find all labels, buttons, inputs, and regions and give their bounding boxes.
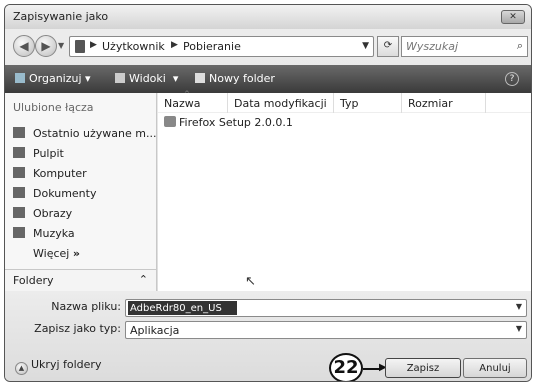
breadcrumb-separator-icon[interactable]: ▶ xyxy=(90,40,97,50)
folders-toggle[interactable]: Foldery ⌃ xyxy=(5,269,156,291)
column-label: Rozmiar xyxy=(408,97,453,110)
column-label: Nazwa xyxy=(164,97,201,110)
sidebar-item-label: Pulpit xyxy=(33,147,64,160)
sort-arrow-icon: ^ xyxy=(184,90,190,98)
dialog-footer: Nazwa pliku: ▼ Zapisz jako typ: Aplikacj… xyxy=(5,291,531,381)
navigation-bar: ◀ ▶ ▼ ▶ Użytkownik ▶ Pobieranie ▼ ⟳ ⌕ xyxy=(5,31,531,63)
more-links-button[interactable]: Więcej » xyxy=(33,247,80,263)
folders-label: Foldery xyxy=(13,274,54,287)
save-as-dialog: Zapisywanie jako ✕ ◀ ▶ ▼ ▶ Użytkownik ▶ … xyxy=(4,4,532,382)
organize-button[interactable]: Organizuj ▾ xyxy=(15,72,91,85)
column-label: Data modyfikacji xyxy=(234,97,327,110)
breadcrumb-item-downloads[interactable]: Pobieranie xyxy=(183,40,241,53)
back-button[interactable]: ◀ xyxy=(13,35,35,57)
column-type[interactable]: Typ xyxy=(334,93,402,113)
sidebar-item-music[interactable]: Muzyka xyxy=(13,227,75,243)
hide-folders-button[interactable]: ▲ Ukryj foldery xyxy=(15,358,101,375)
chevron-down-icon[interactable]: ▼ xyxy=(516,324,522,333)
favorite-links-header: Ulubione łącza xyxy=(13,101,94,114)
views-button[interactable]: Widoki ▾ xyxy=(115,72,178,85)
sidebar-item-desktop[interactable]: Pulpit xyxy=(13,147,64,163)
sidebar-item-documents[interactable]: Dokumenty xyxy=(13,187,96,203)
refresh-icon: ⟳ xyxy=(383,40,393,51)
hide-folders-label: Ukryj foldery xyxy=(31,358,102,371)
sidebar-item-label: Komputer xyxy=(33,167,87,180)
save-type-value: Aplikacja xyxy=(130,324,180,337)
save-type-select[interactable]: Aplikacja ▼ xyxy=(125,321,527,339)
forward-arrow-icon: ▶ xyxy=(41,39,51,53)
forward-button[interactable]: ▶ xyxy=(35,35,57,57)
navigation-pane: Ulubione łącza Ostatnio używane m... Pul… xyxy=(5,93,157,291)
new-folder-label: Nowy folder xyxy=(209,72,275,85)
new-folder-icon xyxy=(195,73,205,83)
desktop-icon xyxy=(13,147,25,158)
column-name[interactable]: ^ Nazwa xyxy=(158,90,228,113)
column-label: Typ xyxy=(340,97,359,110)
back-arrow-icon: ◀ xyxy=(19,39,29,53)
documents-icon xyxy=(13,187,25,198)
file-list[interactable]: ^ Nazwa Data modyfikacji Typ Rozmiar Fire… xyxy=(158,90,531,291)
column-size[interactable]: Rozmiar xyxy=(402,93,486,113)
chevron-down-icon[interactable]: ▼ xyxy=(516,302,522,311)
save-button[interactable]: Zapisz xyxy=(385,358,461,378)
sidebar-item-computer[interactable]: Komputer xyxy=(13,167,87,183)
sidebar-item-label: Dokumenty xyxy=(33,187,97,200)
computer-icon xyxy=(13,167,25,178)
breadcrumb-separator-icon[interactable]: ▶ xyxy=(171,40,178,50)
views-icon xyxy=(115,73,125,83)
more-chevron-icon: » xyxy=(72,247,80,260)
search-icon[interactable]: ⌕ xyxy=(517,39,523,53)
organize-icon xyxy=(15,73,25,83)
step-callout: 22 xyxy=(329,353,363,381)
address-bar[interactable]: ▶ Użytkownik ▶ Pobieranie ▼ xyxy=(69,36,374,57)
file-name: Firefox Setup 2.0.0.1 xyxy=(179,116,293,129)
filename-input[interactable] xyxy=(128,301,237,315)
folder-icon xyxy=(75,40,85,53)
collapse-icon: ▲ xyxy=(15,362,28,375)
breadcrumb-item-user[interactable]: Użytkownik xyxy=(102,40,165,53)
refresh-button[interactable]: ⟳ xyxy=(377,36,399,57)
chevron-up-icon: ⌃ xyxy=(138,273,148,286)
filename-label: Nazwa pliku: xyxy=(51,300,121,313)
mouse-cursor-icon: ↖ xyxy=(245,274,256,289)
cancel-button[interactable]: Anuluj xyxy=(463,358,527,378)
help-icon[interactable]: ? xyxy=(505,72,519,86)
sidebar-item-pictures[interactable]: Obrazy xyxy=(13,207,72,223)
window-title: Zapisywanie jako xyxy=(13,10,109,23)
search-input[interactable] xyxy=(406,40,506,53)
views-label: Widoki xyxy=(129,72,166,85)
history-dropdown-icon[interactable]: ▼ xyxy=(58,41,64,50)
column-date-modified[interactable]: Data modyfikacji xyxy=(228,93,334,113)
close-button[interactable]: ✕ xyxy=(501,10,525,24)
recent-icon xyxy=(13,127,25,138)
filename-field[interactable]: ▼ xyxy=(125,299,527,317)
close-icon: ✕ xyxy=(509,12,517,22)
new-folder-button[interactable]: Nowy folder xyxy=(195,72,275,85)
sidebar-item-label: Muzyka xyxy=(33,227,75,240)
list-item[interactable]: Firefox Setup 2.0.0.1 xyxy=(164,116,293,129)
organize-label: Organizuj xyxy=(29,72,82,85)
installer-file-icon xyxy=(164,116,176,127)
search-box: ⌕ xyxy=(401,36,528,57)
toolbar: Organizuj ▾ Widoki ▾ Nowy folder ? xyxy=(5,65,531,93)
sidebar-item-label: Obrazy xyxy=(33,207,73,220)
address-dropdown-icon[interactable]: ▼ xyxy=(362,41,369,51)
title-bar: Zapisywanie jako ✕ xyxy=(5,5,531,29)
sidebar-item-label: Ostatnio używane m... xyxy=(33,127,157,140)
music-icon xyxy=(13,227,25,238)
column-headers: ^ Nazwa Data modyfikacji Typ Rozmiar xyxy=(158,90,531,113)
pictures-icon xyxy=(13,207,25,218)
sidebar-item-recent[interactable]: Ostatnio używane m... xyxy=(13,127,156,143)
save-type-label: Zapisz jako typ: xyxy=(34,322,121,335)
more-links-label: Więcej xyxy=(33,247,70,260)
